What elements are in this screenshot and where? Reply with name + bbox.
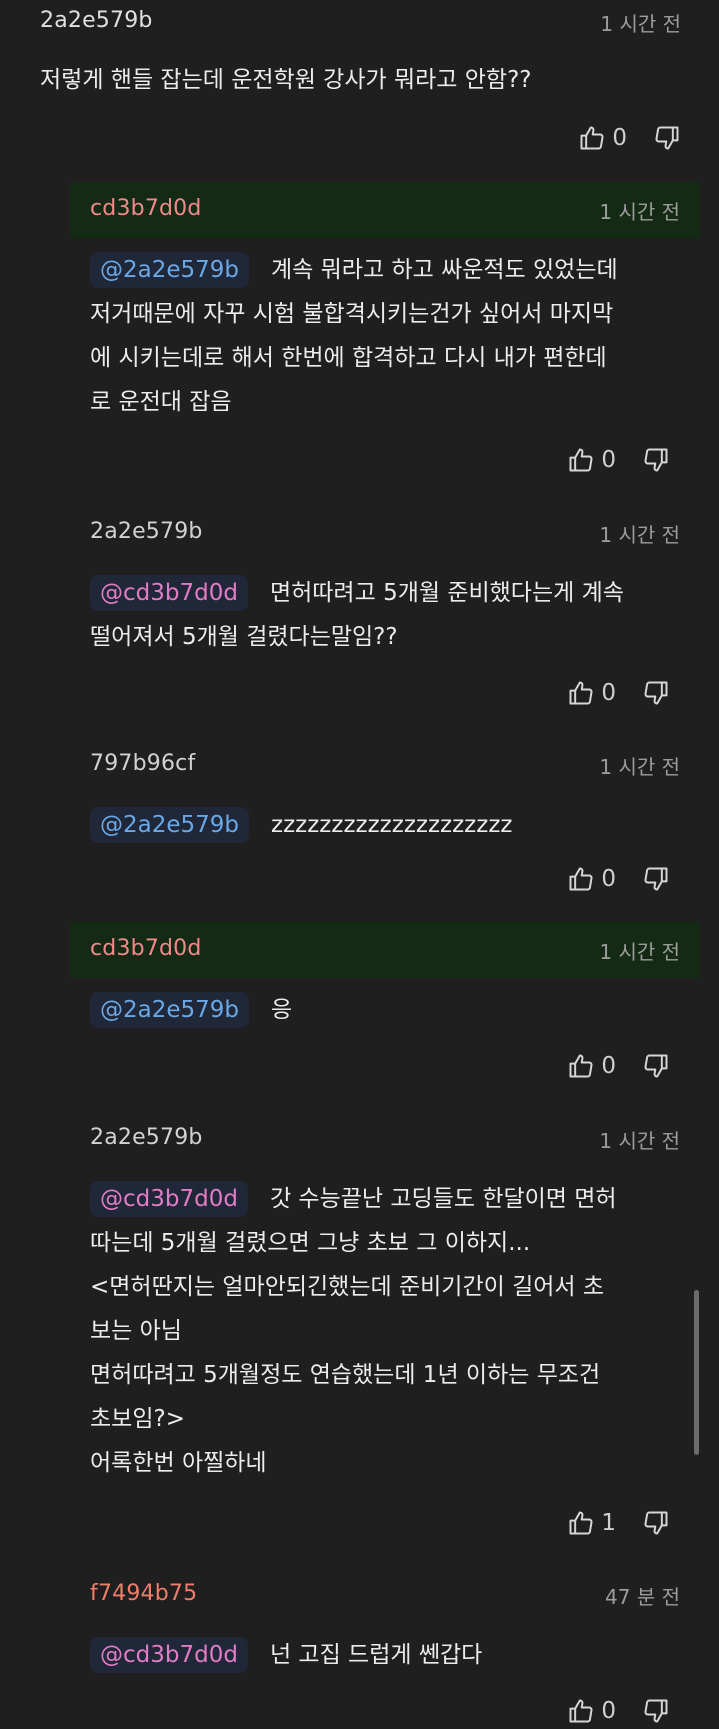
like-button[interactable]: 0: [567, 446, 642, 474]
dislike-button[interactable]: [653, 124, 681, 152]
comment-reply: 2a2e579b 1 시간 전 @cd3b7d0d 갓 수능끝난 고딩들도 한달이…: [70, 1111, 700, 1551]
mention-tag[interactable]: @cd3b7d0d: [90, 1181, 248, 1217]
comment-text: 갓 수능끝난 고딩들도 한달이면 면허 따는데 5개월 걸렸으면 그냥 초보 그…: [90, 1186, 617, 1476]
mention-tag[interactable]: @cd3b7d0d: [90, 1637, 248, 1673]
comment-header: 797b96cf 1 시간 전: [70, 737, 700, 793]
comment-reply: cd3b7d0d 1 시간 전 @2a2e579b 계속 뭐라고 하고 싸운적도 …: [70, 182, 700, 504]
comment-time: 47 분 전: [605, 1585, 680, 1609]
comment-time: 1 시간 전: [600, 12, 681, 36]
comment-body: @cd3b7d0d 면허따려고 5개월 준비했다는게 계속 떨어져서 5개월 걸렸…: [70, 571, 700, 659]
comment-text: 저렇게 핸들 잡는데 운전학원 강사가 뭐라고 안함??: [40, 67, 532, 93]
thumbs-up-icon: [569, 1511, 593, 1535]
mention-tag[interactable]: @2a2e579b: [90, 992, 250, 1028]
comment-reply: f7494b75 47 분 전 @cd3b7d0d 넌 고집 드럽게 쎈갑다 0: [70, 1567, 700, 1724]
comment-actions: 0: [567, 1693, 670, 1729]
comment-body: 저렇게 핸들 잡는데 운전학원 강사가 뭐라고 안함??: [0, 58, 719, 102]
like-button[interactable]: 0: [567, 865, 642, 893]
comment-body: @cd3b7d0d 갓 수능끝난 고딩들도 한달이면 면허 따는데 5개월 걸렸으…: [70, 1177, 700, 1485]
thumbs-down-icon: [644, 681, 668, 705]
comment: 2a2e579b 1 시간 전 저렇게 핸들 잡는데 운전학원 강사가 뭐라고 …: [0, 0, 719, 180]
dislike-button[interactable]: [642, 1509, 670, 1537]
thumbs-up-icon: [569, 1054, 593, 1078]
comment-reply: 797b96cf 1 시간 전 @2a2e579b zzzzzzzzzzzzzzz…: [70, 737, 700, 917]
comment-actions: 0: [578, 120, 681, 156]
like-count: 0: [601, 680, 616, 706]
mention-tag[interactable]: @cd3b7d0d: [90, 575, 248, 611]
comment-header: 2a2e579b 1 시간 전: [70, 505, 700, 561]
comment-author[interactable]: cd3b7d0d: [90, 196, 202, 221]
comment-thread: 2a2e579b 1 시간 전 저렇게 핸들 잡는데 운전학원 강사가 뭐라고 …: [0, 0, 719, 1724]
dislike-button[interactable]: [642, 679, 670, 707]
like-button[interactable]: 0: [567, 679, 642, 707]
dislike-button[interactable]: [642, 446, 670, 474]
comment-time: 1 시간 전: [599, 1129, 680, 1153]
thumbs-down-icon: [644, 448, 668, 472]
like-count: 0: [601, 447, 616, 473]
comment-actions: 0: [567, 861, 670, 897]
comment-author[interactable]: 2a2e579b: [90, 519, 203, 544]
thumbs-up-icon: [569, 867, 593, 891]
dislike-button[interactable]: [642, 865, 670, 893]
like-button[interactable]: 0: [567, 1697, 642, 1725]
like-button[interactable]: 0: [578, 124, 653, 152]
comment-body: @2a2e579b zzzzzzzzzzzzzzzzzzzz: [70, 803, 700, 847]
comment-author[interactable]: f7494b75: [90, 1581, 197, 1606]
comment-actions: 0: [567, 442, 670, 478]
mention-tag[interactable]: @2a2e579b: [90, 252, 250, 288]
thumbs-up-icon: [569, 448, 593, 472]
thumbs-up-icon: [569, 1699, 593, 1723]
comment-time: 1 시간 전: [599, 940, 680, 964]
comment-author[interactable]: 797b96cf: [90, 751, 195, 776]
comment-time: 1 시간 전: [599, 200, 680, 224]
comment-body: @2a2e579b 응: [70, 988, 700, 1032]
comment-reply: cd3b7d0d 1 시간 전 @2a2e579b 응 0: [70, 922, 700, 1102]
dislike-button[interactable]: [642, 1052, 670, 1080]
comment-actions: 1: [567, 1505, 670, 1541]
comment-text: zzzzzzzzzzzzzzzzzzzz: [271, 812, 513, 838]
thumbs-down-icon: [644, 1699, 668, 1723]
comment-reply: 2a2e579b 1 시간 전 @cd3b7d0d 면허따려고 5개월 준비했다는…: [70, 505, 700, 733]
like-button[interactable]: 0: [567, 1052, 642, 1080]
comment-header: cd3b7d0d 1 시간 전: [70, 922, 700, 978]
like-count: 0: [601, 866, 616, 892]
thumbs-down-icon: [644, 1054, 668, 1078]
like-count: 0: [601, 1053, 616, 1079]
comment-time: 1 시간 전: [599, 755, 680, 779]
comment-actions: 0: [567, 1048, 670, 1084]
comment-time: 1 시간 전: [599, 523, 680, 547]
comment-author[interactable]: 2a2e579b: [90, 1125, 203, 1150]
dislike-button[interactable]: [642, 1697, 670, 1725]
mention-tag[interactable]: @2a2e579b: [90, 807, 250, 843]
comment-header: 2a2e579b 1 시간 전: [0, 0, 719, 46]
thumbs-down-icon: [655, 126, 679, 150]
comment-header: cd3b7d0d 1 시간 전: [70, 182, 700, 238]
like-button[interactable]: 1: [567, 1509, 642, 1537]
thumbs-down-icon: [644, 867, 668, 891]
thumbs-up-icon: [569, 681, 593, 705]
comment-text: 넌 고집 드럽게 쎈갑다: [269, 1642, 483, 1668]
comment-header: 2a2e579b 1 시간 전: [70, 1111, 700, 1167]
thumbs-up-icon: [580, 126, 604, 150]
like-count: 0: [612, 125, 627, 151]
like-count: 1: [601, 1510, 616, 1536]
like-count: 0: [601, 1698, 616, 1724]
comment-body: @cd3b7d0d 넌 고집 드럽게 쎈갑다: [70, 1633, 700, 1677]
scrollbar[interactable]: [694, 1290, 699, 1455]
comment-text: 응: [271, 997, 293, 1023]
comment-actions: 0: [567, 675, 670, 711]
thumbs-down-icon: [644, 1511, 668, 1535]
comment-body: @2a2e579b 계속 뭐라고 하고 싸운적도 있었는데 저거때문에 자꾸 시험…: [70, 248, 700, 424]
comment-header: f7494b75 47 분 전: [70, 1567, 700, 1623]
comment-author[interactable]: cd3b7d0d: [90, 936, 202, 961]
comment-author[interactable]: 2a2e579b: [40, 8, 153, 33]
